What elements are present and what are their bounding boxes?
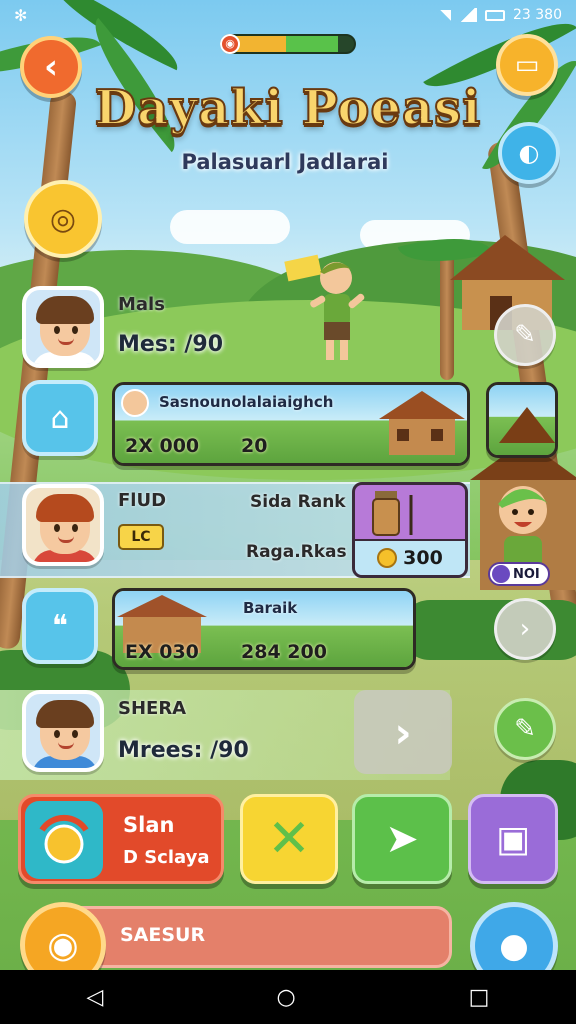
back-arrow-icon: ‹ — [43, 47, 58, 87]
slan-name: Slan — [123, 813, 175, 837]
pencil-button[interactable]: ✎ — [494, 698, 556, 760]
box-tile[interactable]: ▣ — [468, 794, 558, 884]
card-avatar-icon — [121, 389, 149, 417]
player-score: Mrees: /90 — [118, 738, 249, 763]
settings-gear-icon: ✻ — [14, 5, 28, 25]
progress-knob-icon: ◉ — [220, 34, 240, 54]
book-button[interactable]: ▭ — [496, 34, 558, 96]
shop-price: 300 — [355, 539, 465, 575]
level-progress-bar — [220, 34, 356, 54]
nav-back-icon[interactable]: ◁ — [87, 985, 104, 1010]
card-value-left: 2X 000 — [125, 435, 200, 457]
village-card[interactable]: Baraik EX 030 284 200 — [112, 588, 416, 670]
slan-sub: D Sclaya — [123, 847, 210, 868]
card-value-left: EX 030 — [125, 641, 199, 663]
player-name: FlUD — [118, 490, 167, 511]
search-bar[interactable] — [56, 906, 452, 968]
game-subtitle: Palasuarl Jadlarai — [181, 150, 389, 174]
player-avatar[interactable] — [22, 484, 104, 566]
next-arrow-icon: › — [394, 707, 412, 757]
pencil-icon: ✎ — [514, 714, 536, 744]
bird-icon: ◐ — [518, 139, 540, 167]
nav-home-icon[interactable]: ○ — [276, 985, 295, 1010]
card-label: Sasnounolalaiaighch — [159, 393, 334, 411]
send-icon: ➤ — [385, 816, 419, 862]
npc-tag: NOI — [488, 562, 550, 586]
back-button[interactable]: ‹ — [20, 36, 82, 98]
house-button[interactable]: ⌂ — [22, 380, 98, 456]
camera-button[interactable]: ◎ — [24, 180, 102, 258]
game-title: Dayaki Poeasi — [94, 79, 482, 137]
player-avatar[interactable] — [22, 286, 104, 368]
status-bar: ✻ ◥ 23 380 — [0, 0, 576, 30]
home-icon: ◉ — [47, 924, 79, 966]
edit-button[interactable]: ✎ — [494, 304, 556, 366]
level-badge: LC — [118, 524, 164, 550]
box-icon: ▣ — [495, 818, 530, 860]
x-icon: ✕ — [267, 809, 311, 869]
npc-badge-icon — [492, 565, 510, 583]
card-value-right: 20 — [241, 435, 268, 457]
chat-bubble-button[interactable]: ❝ — [22, 588, 98, 664]
player-name: SHERA — [118, 698, 187, 719]
bulb-icon — [25, 801, 103, 879]
chat-bubble-icon: ❝ — [51, 608, 69, 644]
shop-item[interactable]: 300 — [352, 482, 468, 578]
coin-icon — [377, 548, 398, 568]
rank-sub: Raga.Rkas — [246, 542, 347, 562]
chat-icon: ● — [499, 926, 529, 966]
close-tile[interactable]: ✕ — [240, 794, 338, 884]
player-avatar[interactable] — [22, 690, 104, 772]
hut-thumbnail[interactable] — [486, 382, 558, 458]
slan-tile[interactable]: Slan D Sclaya — [18, 794, 224, 884]
status-time: 23 380 — [513, 7, 562, 23]
player-name: Mals — [118, 294, 165, 315]
signal-icon — [459, 8, 477, 22]
book-icon: ▭ — [514, 50, 540, 80]
chevron-right-icon: › — [519, 614, 531, 644]
card-label: Baraik — [243, 599, 298, 617]
card-value-right: 284 200 — [241, 641, 327, 663]
nav-recents-icon[interactable]: □ — [469, 985, 490, 1010]
search-label: SAESUR — [120, 924, 206, 946]
location-card[interactable]: Sasnounolalaiaighch 2X 000 20 — [112, 382, 470, 466]
wifi-icon: ◥ — [440, 7, 451, 23]
system-nav-bar: ◁ ○ □ — [0, 970, 576, 1024]
next-button[interactable]: › — [354, 690, 452, 774]
house-icon: ⌂ — [50, 400, 70, 436]
player-score: Mes: /90 — [118, 332, 224, 357]
send-tile[interactable]: ➤ — [352, 794, 452, 884]
battery-icon — [485, 9, 505, 21]
edit-icon: ✎ — [514, 320, 536, 350]
hero-character — [284, 254, 365, 360]
camera-icon: ◎ — [49, 201, 77, 237]
bird-button[interactable]: ◐ — [498, 122, 560, 184]
rank-title: Sida Rank — [250, 492, 346, 512]
jar-icon — [372, 491, 413, 536]
forward-button[interactable]: › — [494, 598, 556, 660]
